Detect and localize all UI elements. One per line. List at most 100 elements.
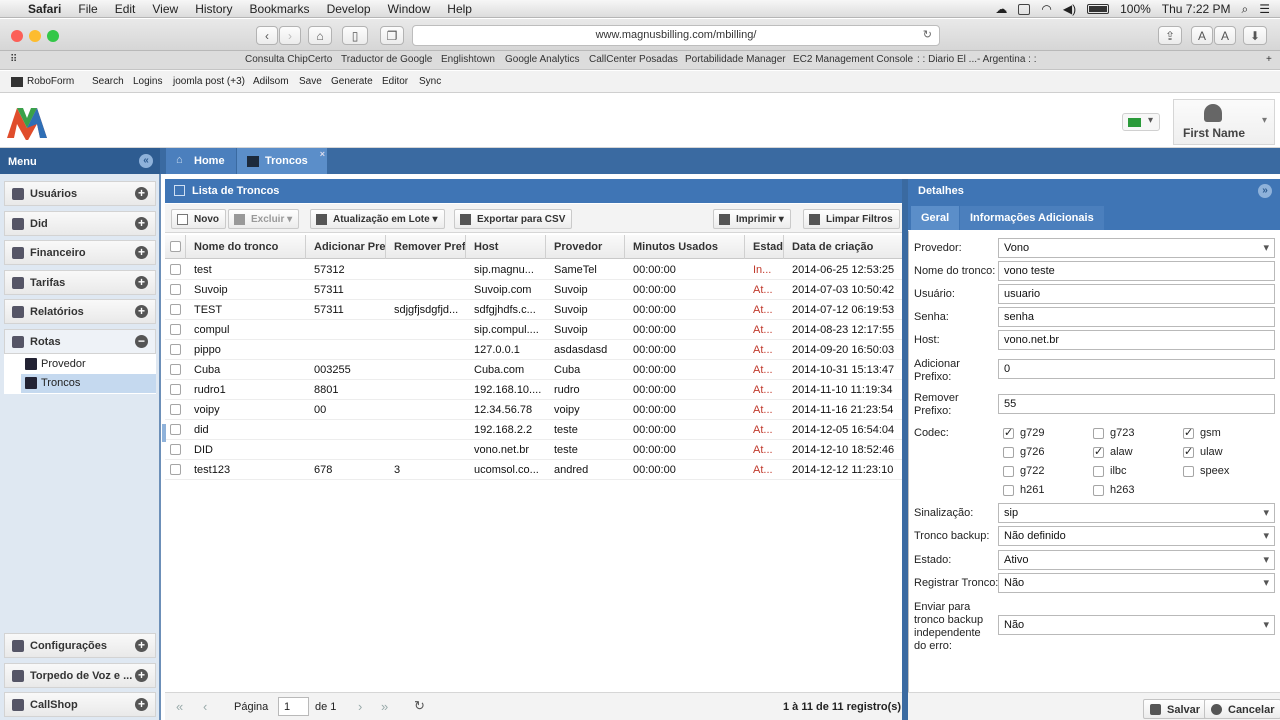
- expand-icon[interactable]: +: [135, 698, 148, 711]
- column-header[interactable]: Remover Prefi: [386, 235, 466, 259]
- codec-checkbox-g722[interactable]: g722: [1003, 465, 1044, 479]
- menu-history[interactable]: History: [195, 2, 232, 16]
- new-button[interactable]: Novo: [171, 209, 226, 229]
- expand-icon[interactable]: +: [135, 217, 148, 230]
- sinalizacao-select[interactable]: sip: [998, 503, 1275, 523]
- notification-icon[interactable]: ☰: [1259, 2, 1270, 16]
- row-checkbox[interactable]: [170, 364, 181, 375]
- adicionar-prefixo-field[interactable]: 0: [998, 359, 1275, 379]
- bookmark-item[interactable]: CallCenter Posadas: [589, 54, 678, 65]
- battery-icon[interactable]: [1087, 4, 1110, 14]
- table-row[interactable]: test 57312 sip.magnu... SameTel 00:00:00 In..…: [165, 260, 902, 280]
- volume-icon[interactable]: ◀): [1063, 2, 1076, 16]
- select-all-checkbox[interactable]: [170, 241, 181, 252]
- bookmark-item[interactable]: Englishtown: [441, 54, 495, 65]
- refresh-icon[interactable]: ↻: [414, 698, 425, 714]
- menu-safari[interactable]: Safari: [28, 2, 61, 16]
- text-smaller-icon[interactable]: A: [1191, 26, 1213, 45]
- tab-geral[interactable]: Geral: [911, 206, 960, 230]
- robo-sync[interactable]: Sync: [419, 76, 441, 87]
- bookmark-item[interactable]: Traductor de Google: [341, 54, 432, 65]
- cloud-icon[interactable]: ☁: [995, 2, 1007, 16]
- column-header[interactable]: Nome do tronco: [186, 235, 306, 259]
- spotlight-icon[interactable]: ⌕: [1242, 2, 1249, 17]
- row-checkbox[interactable]: [170, 284, 181, 295]
- share-icon[interactable]: ⇪: [1158, 26, 1182, 45]
- prev-page-icon[interactable]: ‹: [203, 699, 207, 714]
- sidebar-item-financeiro[interactable]: Financeiro +: [4, 240, 156, 265]
- checkbox-empty[interactable]: [1093, 485, 1104, 496]
- close-window-icon[interactable]: [11, 30, 23, 42]
- row-checkbox[interactable]: [170, 444, 181, 455]
- last-page-icon[interactable]: »: [381, 699, 388, 714]
- column-header[interactable]: Host: [466, 235, 546, 259]
- robo-search[interactable]: Search: [92, 76, 124, 87]
- table-row[interactable]: Suvoip 57311 Suvoip.com Suvoip 00:00:00 At...…: [165, 280, 902, 300]
- table-row[interactable]: did 192.168.2.2 teste 00:00:00 At... 2014-12-…: [165, 420, 902, 440]
- menu-file[interactable]: File: [78, 2, 97, 16]
- row-checkbox[interactable]: [170, 304, 181, 315]
- menu-develop[interactable]: Develop: [327, 2, 371, 16]
- sidebar-item-configuracoes[interactable]: Configurações +: [4, 633, 156, 658]
- text-larger-icon[interactable]: A: [1214, 26, 1236, 45]
- sidebar-item-relatorios[interactable]: Relatórios +: [4, 299, 156, 324]
- tab-informacoes-adicionais[interactable]: Informações Adicionais: [960, 206, 1104, 230]
- sidebar-item-rotas[interactable]: Rotas −: [4, 329, 156, 354]
- row-checkbox[interactable]: [170, 404, 181, 415]
- home-icon[interactable]: ⌂: [308, 26, 332, 45]
- menu-bookmarks[interactable]: Bookmarks: [250, 2, 310, 16]
- table-row[interactable]: compul sip.compul.... Suvoip 00:00:00 At... 2…: [165, 320, 902, 340]
- select-all-column[interactable]: [165, 235, 186, 259]
- codec-checkbox-ulaw[interactable]: ✓ ulaw: [1183, 446, 1223, 460]
- status-icon[interactable]: [1018, 3, 1031, 15]
- grid-icon[interactable]: ⠿: [10, 54, 17, 65]
- column-header[interactable]: Estado: [745, 235, 784, 259]
- tab-home[interactable]: ⌂ Home: [166, 148, 236, 174]
- sidebar-item-tarifas[interactable]: Tarifas +: [4, 270, 156, 295]
- table-row[interactable]: TEST 57311 sdjgfjsdgfjd... sdfgjhdfs.c... Su…: [165, 300, 902, 320]
- close-tab-icon[interactable]: ×: [320, 149, 325, 159]
- registrar-tronco-select[interactable]: Não: [998, 573, 1275, 593]
- robo-save[interactable]: Save: [299, 76, 322, 87]
- forward-icon[interactable]: ›: [279, 26, 301, 45]
- checkmark-icon[interactable]: ✓: [1003, 428, 1014, 439]
- roboform-menu[interactable]: RoboForm: [27, 76, 74, 87]
- bookmark-item[interactable]: Google Analytics: [505, 54, 580, 65]
- expand-icon[interactable]: +: [135, 305, 148, 318]
- sidebar-toggle-icon[interactable]: ▯: [342, 26, 368, 45]
- codec-checkbox-h263[interactable]: h263: [1093, 484, 1134, 498]
- sidebar-item-usuarios[interactable]: Usuários +: [4, 181, 156, 206]
- delete-button[interactable]: Excluir ▾: [228, 209, 300, 229]
- checkbox-empty[interactable]: [1003, 466, 1014, 477]
- row-checkbox[interactable]: [170, 324, 181, 335]
- table-row[interactable]: Cuba 003255 Cuba.com Cuba 00:00:00 At... 2014-…: [165, 360, 902, 380]
- codec-checkbox-alaw[interactable]: ✓ alaw: [1093, 446, 1133, 460]
- checkbox-empty[interactable]: [1003, 447, 1014, 458]
- back-icon[interactable]: ‹: [256, 26, 278, 45]
- expand-icon[interactable]: +: [135, 187, 148, 200]
- collapse-right-icon[interactable]: »: [1258, 184, 1272, 198]
- row-checkbox[interactable]: [170, 264, 181, 275]
- next-page-icon[interactable]: ›: [358, 699, 362, 714]
- column-header[interactable]: Adicionar Prefi: [306, 235, 386, 259]
- column-header[interactable]: Minutos Usados: [625, 235, 745, 259]
- menu-help[interactable]: Help: [447, 2, 472, 16]
- menu-edit[interactable]: Edit: [115, 2, 136, 16]
- robo-editor[interactable]: Editor: [382, 76, 408, 87]
- estado-select[interactable]: Ativo: [998, 550, 1275, 570]
- host-field[interactable]: vono.net.br: [998, 330, 1275, 350]
- tabs-icon[interactable]: ❐: [380, 26, 404, 45]
- table-row[interactable]: pippo 127.0.0.1 asdasdasd 00:00:00 At... 2014…: [165, 340, 902, 360]
- codec-checkbox-g729[interactable]: ✓ g729: [1003, 427, 1044, 441]
- robo-generate[interactable]: Generate: [331, 76, 373, 87]
- checkmark-icon[interactable]: ✓: [1183, 447, 1194, 458]
- downloads-icon[interactable]: ⬇: [1243, 26, 1267, 45]
- row-checkbox[interactable]: [170, 464, 181, 475]
- table-row[interactable]: voipy 00 12.34.56.78 voipy 00:00:00 At... 2014…: [165, 400, 902, 420]
- batch-update-button[interactable]: Atualização em Lote ▾: [310, 209, 445, 229]
- sidebar-item-did[interactable]: Did +: [4, 211, 156, 236]
- cancel-button[interactable]: Cancelar: [1204, 699, 1280, 719]
- sidebar-item-callshop[interactable]: CallShop +: [4, 692, 156, 717]
- codec-checkbox-speex[interactable]: speex: [1183, 465, 1229, 479]
- first-page-icon[interactable]: «: [176, 699, 183, 714]
